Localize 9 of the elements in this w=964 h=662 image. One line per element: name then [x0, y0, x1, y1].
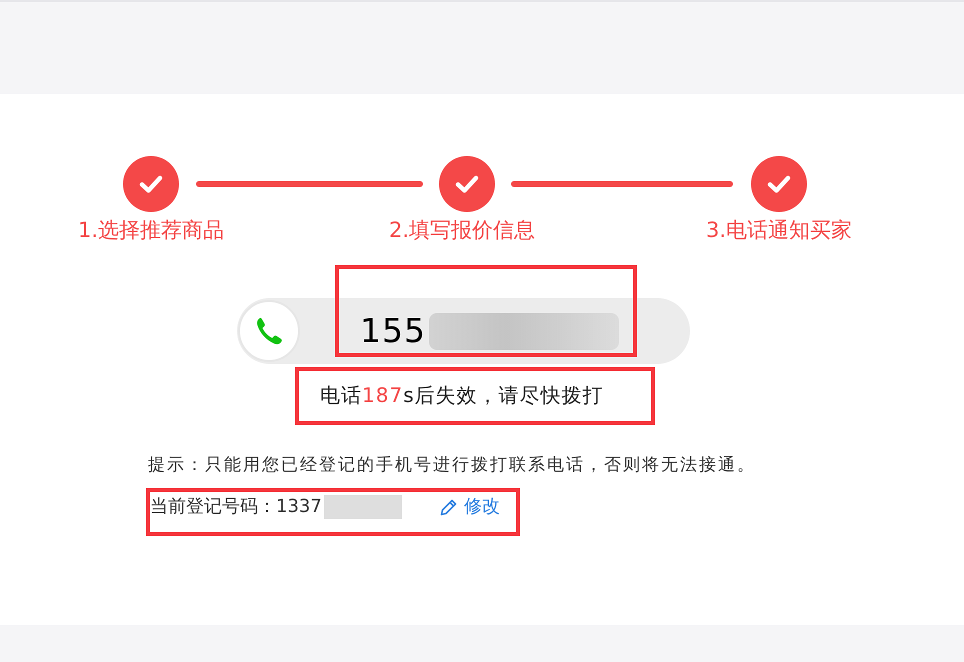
hint-text: 提示：只能用您已经登记的手机号进行拨打联系电话，否则将无法接通。 — [148, 454, 756, 477]
pencil-icon — [440, 498, 457, 516]
edit-link[interactable]: 修改 — [440, 495, 500, 519]
step-label: 2.填写报价信息 — [388, 218, 536, 242]
step-label: 1.选择推荐商品 — [76, 218, 226, 242]
step-label: 3.电话通知买家 — [704, 218, 854, 242]
registered-number: 当前登记号码：1337 — [150, 495, 322, 519]
countdown-text: 电话187s后失效，请尽快拨打 — [320, 382, 604, 409]
phone-number: 155 — [360, 311, 426, 351]
